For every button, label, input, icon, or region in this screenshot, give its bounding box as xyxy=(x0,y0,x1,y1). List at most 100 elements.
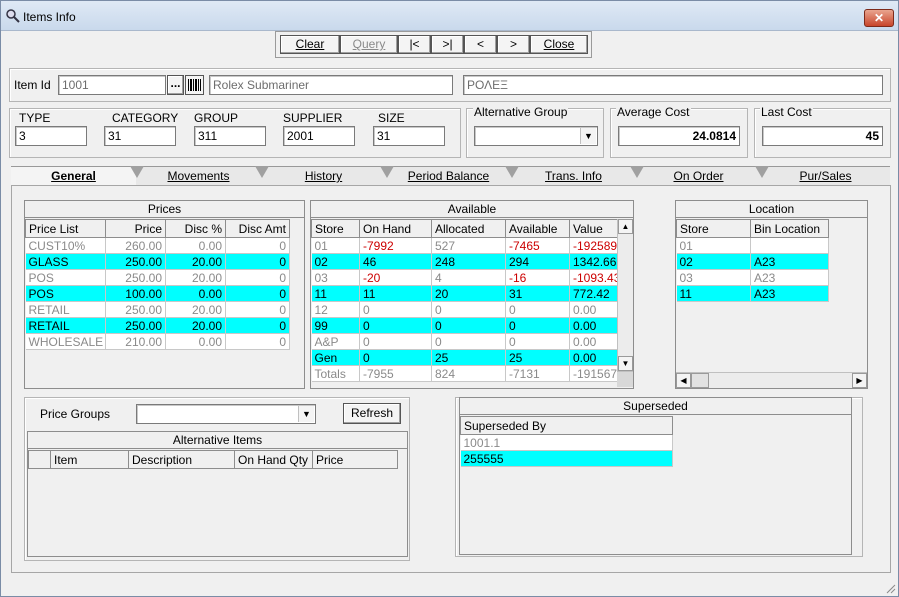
table-row[interactable]: CUST10% 260.00 0.00 0 xyxy=(25,237,290,254)
disc-amt-header[interactable]: Disc Amt xyxy=(225,219,290,238)
store-cell: 03 xyxy=(676,269,751,286)
store-header[interactable]: Store xyxy=(311,219,360,238)
next-record-button[interactable]: > xyxy=(497,35,530,54)
alt-price-header[interactable]: Price xyxy=(312,450,398,469)
price-header[interactable]: Price xyxy=(105,219,166,238)
table-row[interactable]: 99 0 0 0 0.00 xyxy=(311,317,618,334)
item-id-field[interactable]: 1001 xyxy=(58,75,166,95)
table-row[interactable]: 11 A23 xyxy=(676,285,829,302)
allocated-cell: 20 xyxy=(431,285,506,302)
scroll-left-icon[interactable]: ◀ xyxy=(676,373,691,388)
table-row[interactable]: 11 11 20 31 772.42 xyxy=(311,285,618,302)
size-field[interactable]: 31 xyxy=(373,126,445,146)
price-groups-select[interactable]: ▼ xyxy=(136,404,316,424)
superseded-cell: 255555 xyxy=(460,450,673,467)
bin-cell: A23 xyxy=(750,269,829,286)
scroll-up-icon[interactable]: ▲ xyxy=(618,219,633,234)
table-row[interactable]: RETAIL 250.00 20.00 0 xyxy=(25,317,290,334)
table-row[interactable]: 255555 xyxy=(460,450,673,467)
value-cell: 0.00 xyxy=(569,301,618,318)
table-row[interactable]: 03 -20 4 -16 -1093.43 xyxy=(311,269,618,286)
table-row[interactable]: POS 100.00 0.00 0 xyxy=(25,285,290,302)
price-cell: 250.00 xyxy=(105,269,166,286)
previous-record-button[interactable]: < xyxy=(464,35,497,54)
alternative-group-label: Alternative Group xyxy=(473,105,569,119)
type-field[interactable]: 3 xyxy=(15,126,87,146)
clear-button[interactable]: Clear xyxy=(280,35,340,54)
store-cell: 01 xyxy=(311,237,360,254)
item-alt-name-field[interactable]: ΡΟΛΕΞ xyxy=(463,75,883,95)
prices-table: Price List Price Disc % Disc Amt CUST10%… xyxy=(25,219,290,350)
last-record-button[interactable]: >| xyxy=(431,35,464,54)
table-row[interactable]: 01 -7992 527 -7465 -192589. xyxy=(311,237,618,254)
alternative-group-select[interactable]: ▼ xyxy=(474,126,598,146)
table-row[interactable]: 12 0 0 0 0.00 xyxy=(311,301,618,318)
superseded-by-header[interactable]: Superseded By xyxy=(460,416,673,435)
table-row[interactable]: 02 A23 xyxy=(676,253,829,270)
allocated-cell: 248 xyxy=(431,253,506,270)
table-row[interactable]: Gen 0 25 25 0.00 xyxy=(311,349,618,366)
item-name-field[interactable]: Rolex Submariner xyxy=(209,75,453,95)
available-header[interactable]: Available xyxy=(505,219,570,238)
on-hand-cell: -7992 xyxy=(359,237,432,254)
barcode-icon[interactable] xyxy=(185,75,204,95)
first-record-button[interactable]: |< xyxy=(398,35,431,54)
table-row[interactable]: POS 250.00 20.00 0 xyxy=(25,269,290,286)
value-cell: 1342.66 xyxy=(569,253,618,270)
table-row[interactable]: 01 xyxy=(676,237,829,254)
close-button[interactable]: Close xyxy=(530,35,588,54)
item-header[interactable]: Item xyxy=(50,450,129,469)
on-hand-qty-header[interactable]: On Hand Qty xyxy=(234,450,313,469)
allocated-cell: 4 xyxy=(431,269,506,286)
disc-pct-cell: 0.00 xyxy=(165,237,226,254)
price-list-cell: CUST10% xyxy=(25,237,106,254)
scroll-down-icon[interactable]: ▼ xyxy=(618,356,633,371)
disc-pct-header[interactable]: Disc % xyxy=(165,219,226,238)
query-button[interactable]: Query xyxy=(340,35,398,54)
on-hand-cell: 0 xyxy=(359,317,432,334)
store-cell: A&P xyxy=(311,333,360,350)
refresh-button[interactable]: Refresh xyxy=(343,403,401,424)
group-field[interactable]: 311 xyxy=(194,126,266,146)
available-header-row: Store On Hand Allocated Available Value xyxy=(311,219,618,238)
value-header[interactable]: Value xyxy=(569,219,618,238)
description-header[interactable]: Description xyxy=(128,450,235,469)
bin-location-header[interactable]: Bin Location xyxy=(750,219,829,238)
supplier-field[interactable]: 2001 xyxy=(283,126,355,146)
location-store-header[interactable]: Store xyxy=(676,219,751,238)
table-row[interactable]: 1001.1 xyxy=(460,434,673,451)
available-cell: 0 xyxy=(505,301,570,318)
value-cell: 0.00 xyxy=(569,317,618,334)
table-row[interactable]: GLASS 250.00 20.00 0 xyxy=(25,253,290,270)
disc-amt-cell: 0 xyxy=(225,317,290,334)
price-list-cell: RETAIL xyxy=(25,317,106,334)
table-row[interactable]: A&P 0 0 0 0.00 xyxy=(311,333,618,350)
table-row[interactable]: WHOLESALE 210.00 0.00 0 xyxy=(25,333,290,350)
on-hand-cell: 0 xyxy=(359,333,432,350)
price-list-cell: WHOLESALE xyxy=(25,333,106,350)
store-cell: 02 xyxy=(676,253,751,270)
disc-amt-cell: 0 xyxy=(225,237,290,254)
price-list-header[interactable]: Price List xyxy=(25,219,106,238)
allocated-header[interactable]: Allocated xyxy=(431,219,506,238)
totals-row[interactable]: Totals -7955 824 -7131 -191567. xyxy=(311,365,618,382)
table-row[interactable]: 02 46 248 294 1342.66 xyxy=(311,253,618,270)
chevron-down-icon[interactable]: ▼ xyxy=(298,406,314,422)
average-cost-field[interactable]: 24.0814 xyxy=(618,126,740,146)
table-row[interactable]: RETAIL 250.00 20.00 0 xyxy=(25,301,290,318)
scroll-right-icon[interactable]: ▶ xyxy=(852,373,867,388)
table-row[interactable]: 03 A23 xyxy=(676,269,829,286)
browse-button[interactable]: ... xyxy=(167,75,184,95)
on-hand-header[interactable]: On Hand xyxy=(359,219,432,238)
window-close-button[interactable]: ✕ xyxy=(864,9,894,27)
last-cost-field[interactable]: 45 xyxy=(762,126,883,146)
location-horizontal-scrollbar[interactable]: ◀ ▶ xyxy=(676,372,867,388)
scroll-thumb[interactable] xyxy=(691,373,709,388)
chevron-down-icon[interactable]: ▼ xyxy=(580,128,596,144)
value-cell: 772.42 xyxy=(569,285,618,302)
available-vertical-scrollbar[interactable]: ▲ ▼ xyxy=(617,219,633,371)
price-cell: 250.00 xyxy=(105,317,166,334)
category-field[interactable]: 31 xyxy=(104,126,176,146)
resize-grip-icon[interactable] xyxy=(884,582,896,594)
value-cell: -191567. xyxy=(569,365,618,382)
